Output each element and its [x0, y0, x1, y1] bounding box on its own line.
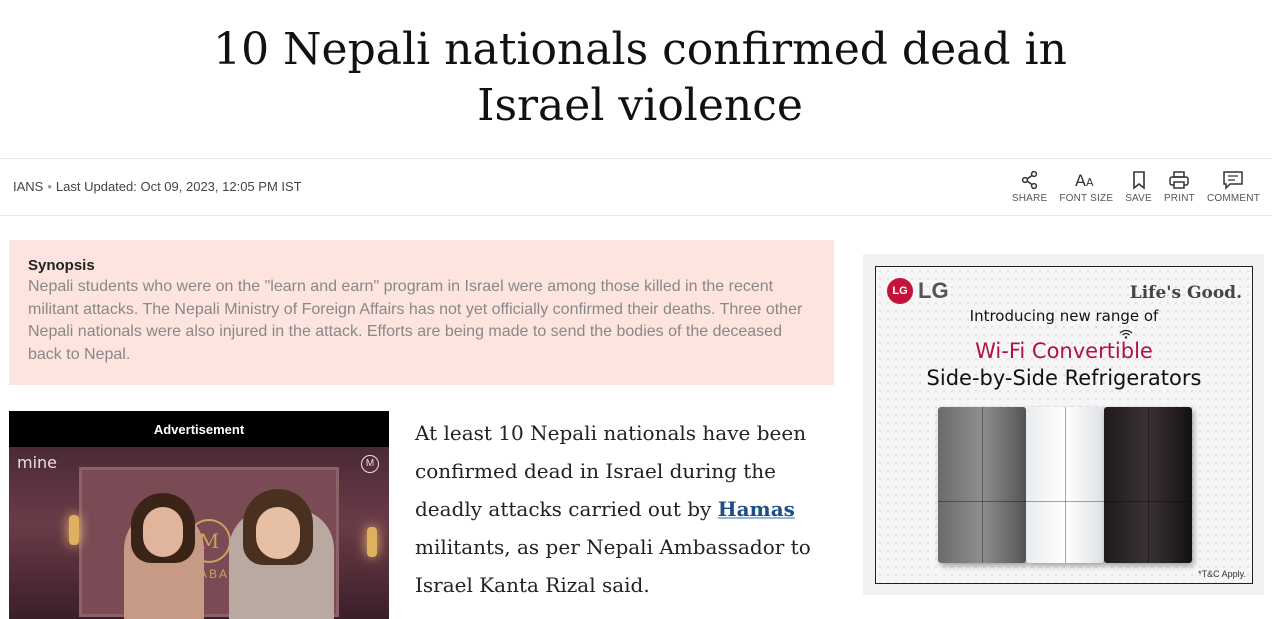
lg-logo-text: LG	[918, 278, 949, 303]
source-name[interactable]: IANS	[13, 179, 43, 194]
share-label: SHARE	[1011, 193, 1048, 204]
lamp-left	[69, 515, 79, 545]
font-size-button[interactable]: AA FONT SIZE	[1053, 169, 1119, 204]
comment-label: COMMENT	[1206, 193, 1260, 204]
synopsis-text: Nepali students who were on the "learn a…	[28, 278, 803, 363]
share-button[interactable]: SHARE	[1006, 169, 1053, 204]
print-button[interactable]: PRINT	[1158, 169, 1201, 204]
lg-logo-mark: LG	[887, 278, 913, 304]
save-button[interactable]: SAVE	[1119, 169, 1158, 204]
byline-bar: IANS • Last Updated: Oct 09, 2023, 12:05 P…	[0, 158, 1272, 216]
share-icon	[1020, 169, 1040, 191]
hamas-link[interactable]: Hamas	[718, 497, 795, 521]
body-text-2: militants, as per Nepali Ambassador to I…	[415, 535, 811, 597]
ad-product-text: Side-by-Side Refrigerators	[926, 366, 1202, 390]
article-actions: SHARE AA FONT SIZE SAVE PRINT COMMENT	[1006, 169, 1266, 204]
video-frame[interactable]: mine M M ABAR	[9, 447, 389, 619]
article-headline: 10 Nepali nationals confirmed dead in Is…	[213, 24, 1067, 131]
lamp-right	[367, 527, 377, 557]
comment-button[interactable]: COMMENT	[1201, 169, 1266, 204]
ad-intro-text: Introducing new range of	[969, 307, 1159, 325]
save-label: SAVE	[1125, 193, 1152, 204]
print-label: PRINT	[1163, 193, 1195, 204]
last-updated: Last Updated: Oct 09, 2023, 12:05 PM IST	[55, 179, 302, 194]
article-body: At least 10 Nepali nationals have been c…	[415, 414, 835, 604]
model-right-face	[256, 507, 300, 559]
ad-highlight-text: Wi-Fi Convertible	[975, 339, 1153, 363]
svg-text:A: A	[1075, 171, 1086, 190]
video-advertisement[interactable]: Advertisement mine M M ABAR	[9, 411, 389, 619]
synopsis-title: Synopsis	[28, 257, 95, 274]
svg-text:A: A	[1086, 176, 1094, 189]
lg-advertisement[interactable]: LG LG Life's Good. Introducing new range…	[863, 254, 1264, 595]
print-icon	[1168, 169, 1190, 191]
advertisement-label: Advertisement	[153, 422, 245, 437]
byline-separator: •	[47, 179, 52, 194]
video-brand-logo: mine	[17, 453, 58, 472]
ad-disclaimer: *T&C Apply.	[1198, 569, 1246, 579]
bookmark-icon	[1131, 169, 1147, 191]
lg-tagline: Life's Good.	[1129, 283, 1242, 303]
refrigerator-white	[1026, 407, 1104, 563]
byline: IANS • Last Updated: Oct 09, 2023, 12:05 P…	[13, 179, 302, 194]
lg-ad-frame[interactable]: LG LG Life's Good. Introducing new range…	[875, 266, 1253, 584]
lg-logo: LG LG	[887, 278, 949, 304]
comment-icon	[1222, 169, 1244, 191]
wifi-icon	[1119, 329, 1133, 339]
refrigerator-silver	[938, 407, 1026, 563]
font-size-icon: AA	[1074, 169, 1098, 191]
font-size-label: FONT SIZE	[1059, 193, 1114, 204]
refrigerator-black	[1104, 407, 1192, 563]
synopsis-box: Synopsis Nepali students who were on the…	[9, 240, 834, 385]
video-brand-badge: M	[361, 455, 379, 473]
model-left-face	[143, 507, 183, 557]
